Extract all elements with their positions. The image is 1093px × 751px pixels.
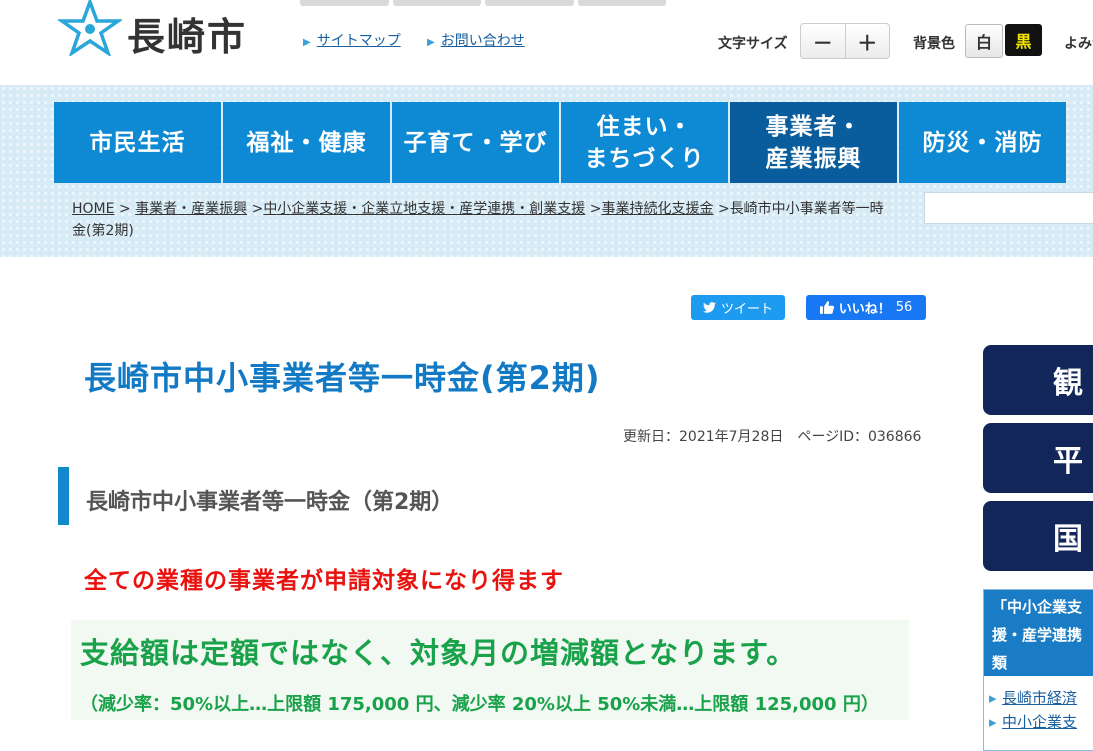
nav-item-0[interactable]: 市民生活: [54, 102, 221, 183]
sidebar-link-sme-support[interactable]: 中小企業支: [984, 710, 1093, 734]
nav-item-1[interactable]: 福祉・健康: [223, 102, 390, 183]
background-white-button[interactable]: 白: [965, 24, 1003, 58]
breadcrumb-separator: >: [251, 201, 264, 217]
breadcrumb: HOME > 事業者・産業振興 >中小企業支援・企業立地支援・産学連携・創業支援…: [72, 198, 892, 242]
city-emblem-icon[interactable]: [58, 0, 122, 56]
facebook-like-button[interactable]: いいね！ 56: [806, 295, 926, 320]
site-logo-text[interactable]: 長崎市: [127, 6, 247, 61]
sidebar-category-title: 「中小企業支 援・産学連携 類: [984, 590, 1093, 676]
font-size-decrease-button[interactable]: －: [801, 24, 846, 58]
site-search-input[interactable]: [924, 192, 1093, 224]
like-count: 56: [895, 300, 913, 315]
breadcrumb-separator: >: [118, 201, 136, 217]
page-title: 長崎市中小事業者等一時金(第2期): [84, 359, 601, 397]
breadcrumb-sme-support[interactable]: 中小企業支援・企業立地支援・産学連携・創業支援: [263, 201, 585, 217]
sidebar-peace-button[interactable]: 平和: [983, 423, 1093, 493]
thumbs-up-icon: [819, 301, 834, 314]
amount-highlight-text: 支給額は定額ではなく、対象月の増減額となります。: [80, 636, 797, 670]
breadcrumb-separator: >: [717, 201, 730, 217]
triangle-bullet-icon: ▶: [303, 37, 311, 48]
breadcrumb-home[interactable]: HOME: [72, 201, 114, 217]
reading-aid-button[interactable]: よみが: [1064, 33, 1093, 53]
nav-item-2[interactable]: 子育て・学び: [392, 102, 559, 183]
site-header: 長崎市 ▶ サイトマップ ▶ お問い合わせ 文字サイズ － ＋ 背景色 白 黒 よみ…: [0, 0, 1093, 85]
sidebar-category-title-line: 類: [992, 654, 1008, 672]
nav-item-5[interactable]: 防災・消防: [899, 102, 1066, 183]
tweet-label[interactable]: ツイート: [721, 298, 773, 317]
eligibility-notice: 全ての業種の事業者が申請対象になり得ます: [84, 568, 564, 594]
amount-limit-details: （減少率：50%以上…上限額 175,000 円、減少率 20%以上 50%未満…: [80, 694, 879, 715]
sidebar-tourism-button[interactable]: 観光: [983, 345, 1093, 415]
triangle-bullet-icon: ▶: [427, 37, 435, 48]
font-size-increase-button[interactable]: ＋: [846, 24, 890, 58]
update-date-and-page-id: 更新日：2021年7月28日 ページID：036866: [623, 429, 922, 445]
heading-accent-bar: [58, 467, 69, 525]
global-nav: 市民生活 福祉・健康 子育て・学び 住まい・ まちづくり 事業者・ 産業振興 防災・消防: [54, 102, 1068, 183]
font-size-label: 文字サイズ: [718, 36, 788, 52]
breadcrumb-separator: >: [589, 201, 602, 217]
tweet-button[interactable]: ツイート: [691, 295, 785, 320]
contact-link[interactable]: ▶ お問い合わせ: [427, 30, 525, 50]
sidebar-international-button[interactable]: 国際: [983, 501, 1093, 571]
top-utility-tabs[interactable]: [300, 0, 666, 6]
background-black-button[interactable]: 黒: [1005, 24, 1042, 56]
like-label[interactable]: いいね！: [839, 298, 891, 317]
background-color-label: 背景色: [913, 36, 955, 52]
section-heading: 長崎市中小事業者等一時金（第2期）: [86, 490, 454, 515]
font-size-controls: － ＋: [800, 23, 890, 59]
sitemap-link-label[interactable]: サイトマップ: [317, 33, 401, 49]
nav-item-4[interactable]: 事業者・ 産業振興: [730, 102, 897, 183]
breadcrumb-continuation-fund[interactable]: 事業持続化支援金: [602, 201, 714, 217]
sidebar-link-economy[interactable]: 長崎市経済: [984, 686, 1093, 710]
twitter-bird-icon: [702, 302, 716, 313]
breadcrumb-business[interactable]: 事業者・産業振興: [135, 201, 247, 217]
contact-link-label[interactable]: お問い合わせ: [441, 33, 525, 49]
sitemap-link[interactable]: ▶ サイトマップ: [303, 30, 401, 50]
sidebar-category-title-line: 「中小企業支: [992, 598, 1083, 616]
nav-item-3[interactable]: 住まい・ まちづくり: [561, 102, 728, 183]
sidebar-category-title-line: 援・産学連携: [992, 626, 1083, 644]
sidebar-category-box: 「中小企業支 援・産学連携 類 長崎市経済 中小企業支: [983, 589, 1093, 751]
